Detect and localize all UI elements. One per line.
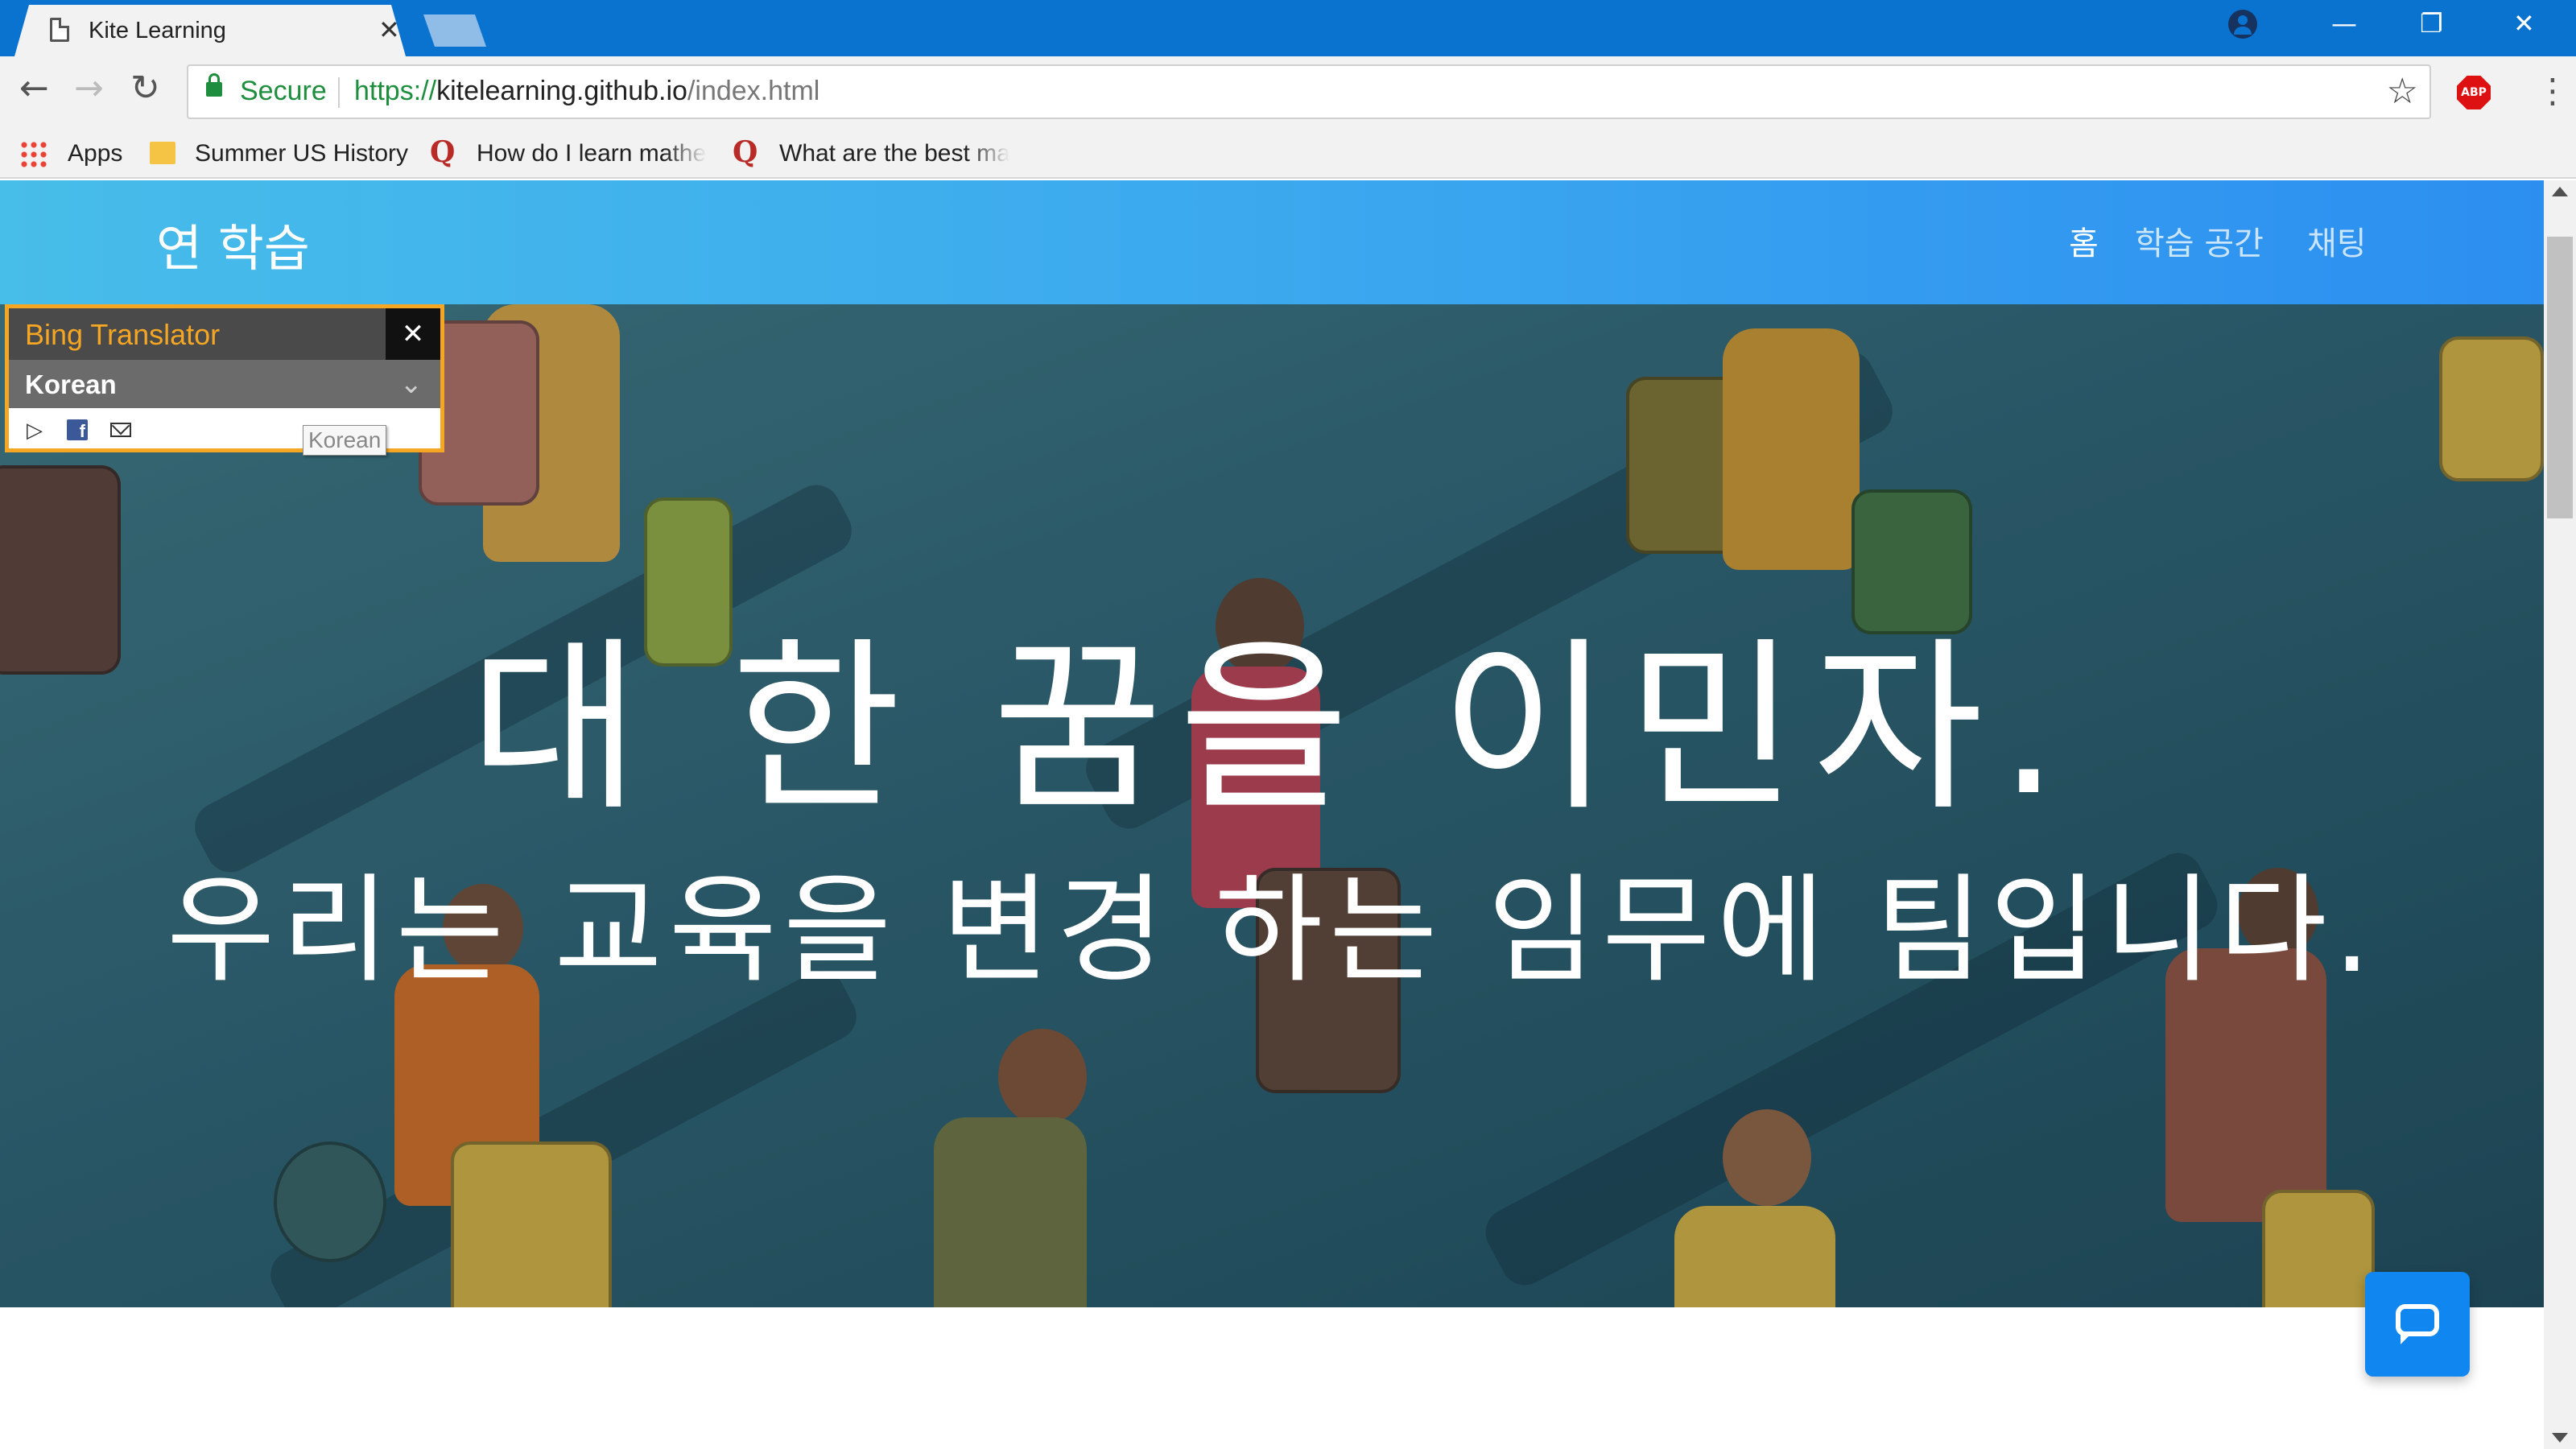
browser-tab[interactable]: Kite Learning ✕	[14, 5, 406, 56]
forward-button[interactable]: →	[74, 68, 104, 109]
bookmark-summer-us-history[interactable]: Summer US History	[150, 135, 415, 171]
play-icon[interactable]: ▷	[27, 418, 43, 443]
bookmark-label: What are the best ma	[779, 140, 1009, 167]
bookmark-apps[interactable]: Apps	[19, 135, 140, 171]
language-select[interactable]: Korean ⌄	[9, 360, 440, 408]
bookmark-label: Apps	[68, 140, 123, 167]
page-icon	[50, 18, 69, 42]
facebook-icon[interactable]: f	[67, 419, 88, 441]
scroll-up-arrow-icon[interactable]	[2552, 187, 2568, 196]
address-bar[interactable]: Secure https://kitelearning.github.io/in…	[187, 64, 2431, 119]
security-label[interactable]: Secure	[240, 76, 327, 107]
page-scrollbar[interactable]	[2544, 180, 2576, 1449]
scrollbar-thumb[interactable]	[2547, 237, 2573, 518]
url-path: /index.html	[687, 76, 820, 106]
bookmark-label: How do I learn mathe	[477, 140, 707, 167]
lock-icon	[206, 73, 222, 97]
close-window-button[interactable]: ✕	[2513, 8, 2535, 39]
chat-button[interactable]	[2365, 1272, 2470, 1377]
back-button[interactable]: ←	[19, 68, 49, 109]
address-separator	[338, 77, 340, 108]
bookmark-star-icon[interactable]: ☆	[2387, 71, 2418, 112]
bookmark-label: Summer US History	[195, 140, 409, 167]
reload-button[interactable]: ↻	[130, 68, 160, 109]
bing-translator-title: Bing Translator	[25, 318, 221, 351]
bookmark-how-do-i-learn[interactable]: Q How do I learn mathe	[430, 135, 707, 171]
minimize-button[interactable]: —	[2331, 8, 2357, 39]
tab-close-icon[interactable]: ✕	[378, 14, 400, 45]
quora-icon: Q	[430, 135, 456, 169]
apps-grid-icon	[19, 140, 48, 169]
hero-headline: 대 한 꿈을 이민자.	[469, 621, 2074, 836]
chevron-down-icon: ⌄	[399, 369, 423, 399]
adblock-plus-icon[interactable]: ABP	[2457, 76, 2491, 109]
nav-link-learning-space[interactable]: 학습 공간	[2135, 217, 2264, 264]
browser-toolbar: ← → ↻ Secure https://kitelearning.github…	[0, 56, 2576, 127]
restore-button[interactable]: ❐	[2420, 8, 2443, 39]
bookmarks-bar: Apps Summer US History Q How do I learn …	[0, 127, 2576, 179]
scroll-down-arrow-icon[interactable]	[2552, 1433, 2568, 1443]
nav-link-home[interactable]: 홈	[2069, 217, 2099, 264]
tab-title: Kite Learning	[89, 18, 226, 43]
profile-icon[interactable]	[2228, 10, 2257, 39]
new-tab-button[interactable]	[423, 14, 486, 47]
browser-titlebar: Kite Learning ✕ — ❐ ✕	[0, 0, 2576, 56]
bookmark-what-are-the-best[interactable]: Q What are the best ma	[733, 135, 1009, 171]
url-scheme: https://	[354, 76, 437, 106]
browser-menu-icon[interactable]: ⋮	[2536, 71, 2570, 110]
selected-language: Korean	[25, 369, 117, 399]
site-navbar: 연 학습 홈 학습 공간 채팅	[0, 180, 2544, 304]
folder-icon	[150, 142, 175, 164]
nav-link-chat[interactable]: 채팅	[2307, 217, 2367, 264]
language-tooltip: Korean	[303, 425, 387, 456]
email-icon[interactable]	[110, 423, 131, 437]
hero-subheadline: 우리는 교육을 변경 하는 임무에 팀입니다.	[167, 862, 2377, 999]
quora-icon: Q	[733, 135, 758, 169]
url-host: kitelearning.github.io	[436, 76, 687, 106]
bing-translator-header: Bing Translator ✕	[9, 308, 440, 360]
close-icon[interactable]: ✕	[386, 308, 440, 360]
site-brand[interactable]: 연 학습	[156, 208, 310, 280]
url-text[interactable]: https://kitelearning.github.io/index.htm…	[354, 76, 819, 107]
